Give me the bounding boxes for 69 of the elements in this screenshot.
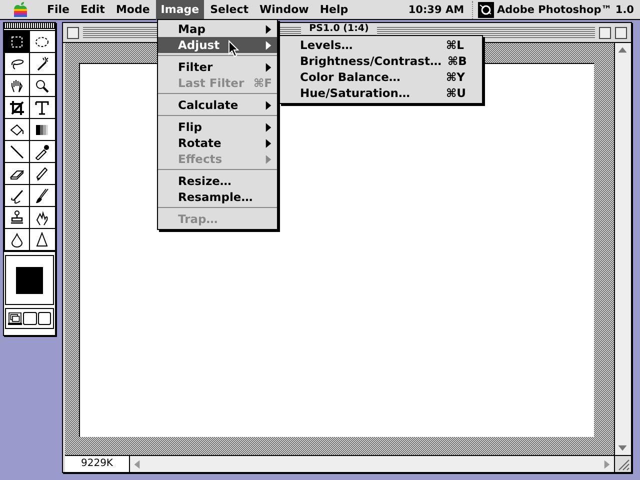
paint-bucket-icon — [8, 122, 24, 138]
tool-button[interactable] — [4, 229, 30, 251]
tool-button[interactable] — [30, 163, 54, 185]
eyedropper-icon — [34, 144, 50, 160]
menu-bar-item[interactable]: Image — [156, 0, 204, 20]
airbrush-icon — [8, 188, 24, 204]
menu-bar-item[interactable]: Edit — [76, 0, 110, 20]
menu-item[interactable]: Map — [158, 21, 277, 37]
menu-item[interactable]: Flip — [158, 119, 277, 135]
tool-button[interactable] — [30, 53, 54, 75]
menu-item[interactable]: Filter — [158, 59, 277, 75]
menu-item[interactable]: Color Balance… ⌘Y — [280, 69, 482, 85]
rectangular-marquee-icon — [8, 34, 24, 50]
close-box[interactable] — [67, 26, 79, 38]
menu-bar-item[interactable]: Mode — [110, 0, 155, 20]
tool-button[interactable] — [30, 119, 54, 141]
tool-button[interactable] — [30, 75, 54, 97]
tool-button[interactable] — [4, 31, 30, 53]
menu-item[interactable]: Levels… ⌘L — [280, 37, 482, 53]
pencil-icon — [34, 166, 50, 182]
tool-button[interactable] — [4, 53, 30, 75]
zoom-box[interactable] — [599, 26, 611, 38]
collapse-box[interactable] — [615, 26, 627, 38]
tool-button[interactable] — [4, 185, 30, 207]
screen-mode-button[interactable] — [23, 312, 36, 325]
menu-item[interactable]: Brightness/Contrast… ⌘B — [280, 53, 482, 69]
menu-bar-item[interactable]: File — [42, 0, 75, 20]
application-menu[interactable]: Adobe Photoshop™ 1.0 — [478, 2, 640, 18]
menu-item[interactable]: Calculate — [158, 97, 277, 113]
tool-button[interactable] — [30, 97, 54, 119]
zoom-icon — [34, 78, 50, 94]
document-size-readout: 9229K — [65, 456, 130, 472]
tool-button[interactable] — [4, 163, 30, 185]
menu-item[interactable]: Resize… — [158, 173, 277, 189]
line-icon — [8, 144, 24, 160]
tool-button[interactable] — [30, 31, 54, 53]
tool-button[interactable] — [4, 141, 30, 163]
resize-grip-icon[interactable] — [614, 456, 631, 472]
menu-bar-item[interactable]: Window — [254, 0, 314, 20]
crop-icon — [8, 100, 24, 116]
rubber-stamp-icon — [8, 210, 24, 226]
menu-bar-item[interactable]: Help — [314, 0, 354, 20]
tool-button[interactable] — [30, 141, 54, 163]
menu-item[interactable]: Resample… — [158, 189, 277, 205]
tool-button[interactable] — [4, 119, 30, 141]
menu-item[interactable]: Adjust — [158, 37, 277, 53]
tool-button[interactable] — [30, 229, 54, 251]
apple-logo-icon[interactable] — [12, 1, 29, 18]
tool-button[interactable] — [4, 97, 30, 119]
tool-button[interactable] — [4, 207, 30, 229]
menu-bar-clock[interactable]: 10:39 AM — [404, 4, 468, 16]
menu-bar-item[interactable]: Select — [205, 0, 254, 20]
screen-mode-button[interactable] — [38, 312, 51, 325]
menu-item[interactable]: Hue/Saturation… ⌘U — [280, 85, 482, 101]
menu-item[interactable]: Rotate — [158, 135, 277, 151]
window-title: PS1.0 (1:4) — [308, 23, 370, 34]
pointer-cursor-icon — [228, 40, 240, 58]
tool-button[interactable] — [4, 75, 30, 97]
cone-icon — [34, 232, 50, 248]
tool-button[interactable] — [30, 207, 54, 229]
text-icon — [34, 100, 50, 116]
hand-icon — [8, 78, 24, 94]
windows-icon — [8, 312, 22, 324]
drop-icon — [8, 232, 24, 248]
vertical-scrollbar[interactable] — [614, 43, 631, 455]
tool-button[interactable] — [30, 185, 54, 207]
screen-mode-button[interactable] — [8, 312, 22, 325]
foreground-color-swatch[interactable] — [16, 266, 43, 294]
paintbrush-icon — [34, 188, 50, 204]
